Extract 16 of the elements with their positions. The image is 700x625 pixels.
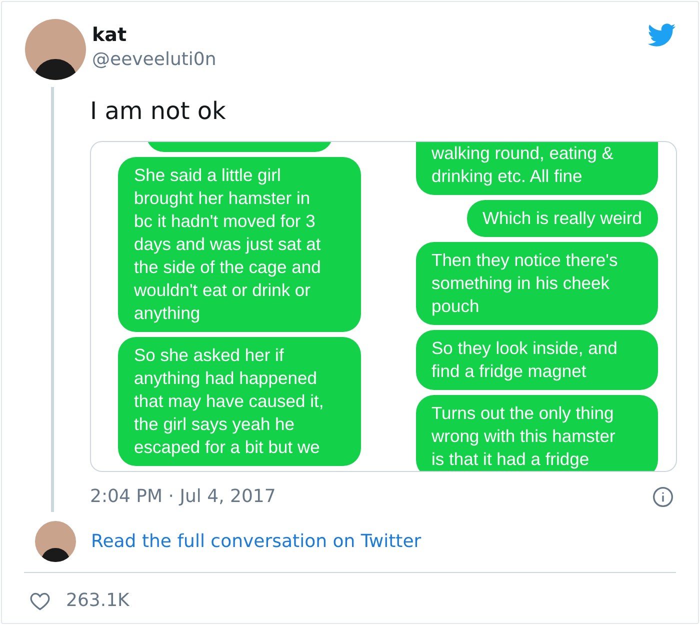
message-text: Then they notice there's something in his cheek pouch [432, 249, 619, 318]
author-handle: @eeveeluti0n [92, 48, 216, 72]
conversation-link[interactable]: Read the full conversation on Twitter [91, 528, 422, 555]
avatar [35, 521, 76, 562]
author-name: kat [92, 23, 128, 47]
message-text: So she asked her if anything had happened that may have caused it, the girl says yeah he escaped for a bit but we [134, 344, 325, 459]
tweet-timestamp[interactable]: 2:04 PM · Jul 4, 2017 [90, 483, 276, 510]
message-text: Which is really weird [482, 207, 642, 230]
bird-logo-icon [646, 21, 678, 49]
tweet-text: I am not ok [90, 96, 227, 126]
info-icon[interactable] [652, 486, 674, 508]
message-text: walking round, eating & drinking etc. All fine [432, 142, 614, 188]
like-count: 263.1K [66, 589, 130, 613]
message-text: She said a little girl brought her hamster in bc it hadn't moved for 3 days and was just sat at the side of the cage and wouldn't eat or drink or anything [134, 164, 322, 325]
message-text: Turns out the only thing wrong with this hamster is that it had a fridge [432, 402, 616, 471]
message-text: So they look inside, and find a fridge magnet [432, 337, 618, 383]
